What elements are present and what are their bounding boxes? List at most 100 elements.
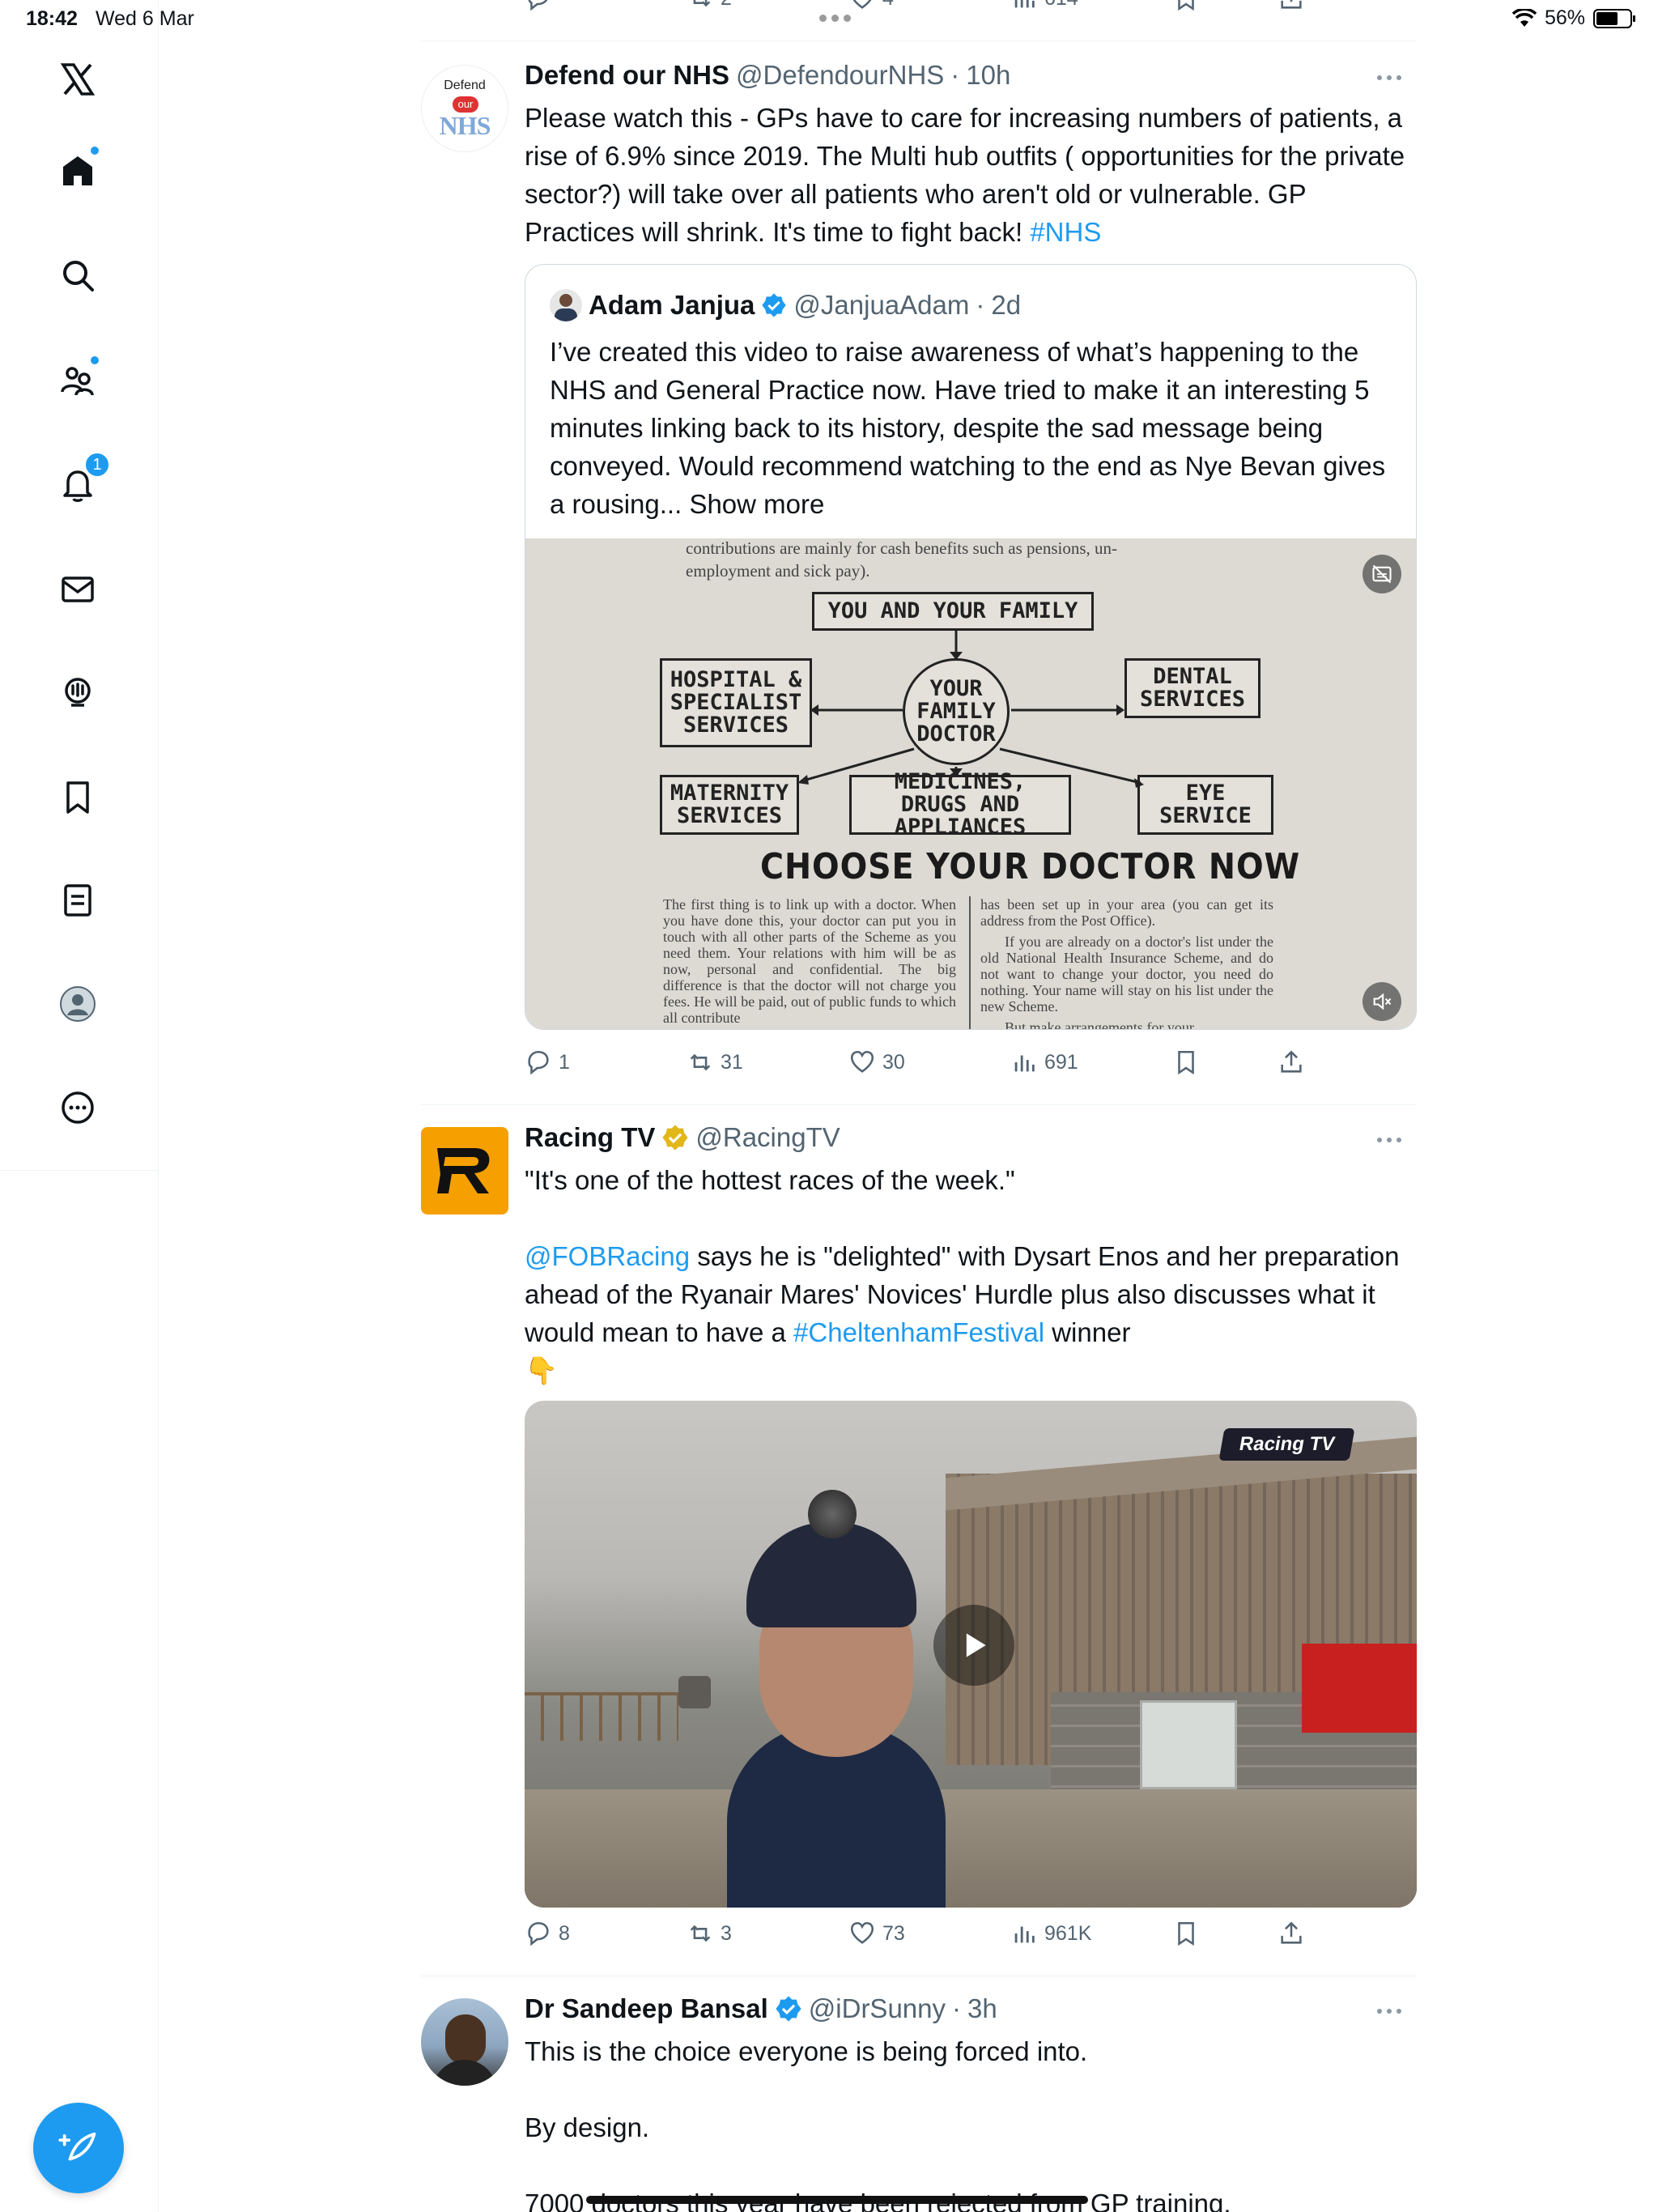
nav-notifications[interactable]: 1	[45, 452, 110, 517]
bookmark-button[interactable]	[1172, 0, 1200, 15]
home-indicator	[586, 2196, 1088, 2204]
more-options-icon[interactable]	[1373, 2003, 1405, 2019]
nav-profile[interactable]	[45, 972, 110, 1036]
share-button[interactable]	[1278, 0, 1305, 15]
status-right: 56%	[1511, 6, 1635, 30]
author-name[interactable]: Dr Sandeep Bansal	[525, 1993, 768, 2024]
heart-icon	[850, 1921, 874, 1944]
verified-gold-badge-icon	[662, 1125, 688, 1151]
doc-arrows	[797, 631, 1144, 788]
list-icon	[64, 884, 91, 917]
play-button[interactable]	[933, 1605, 1014, 1686]
tweet-header: Racing TV @RacingTV	[525, 1122, 840, 1153]
bookmark-icon	[1178, 1921, 1194, 1946]
share-icon	[1281, 0, 1302, 9]
reply-button[interactable]: 8	[525, 1917, 570, 1950]
retweet-icon	[693, 0, 711, 7]
share-button[interactable]	[1278, 1917, 1305, 1950]
avatar	[550, 289, 582, 321]
views-icon	[1014, 1926, 1035, 1943]
sidebar-divider	[158, 0, 159, 2212]
retweet-button[interactable]: 2	[687, 0, 732, 15]
quote-author-handle: @JanjuaAdam	[793, 290, 970, 320]
more-options-icon[interactable]	[1373, 70, 1405, 86]
retweet-icon	[690, 1925, 711, 1942]
captions-button[interactable]	[1363, 555, 1401, 593]
bookmark-button[interactable]	[1172, 1046, 1200, 1078]
nav-explore[interactable]	[45, 243, 110, 308]
battery-percent: 56%	[1544, 6, 1585, 29]
quoted-tweet[interactable]: Adam Janjua @JanjuaAdam · 2d I’ve create…	[525, 264, 1417, 1030]
avatar[interactable]	[421, 1998, 508, 2086]
profile-avatar-icon	[60, 986, 96, 1022]
views-button[interactable]: 614	[1010, 0, 1078, 15]
nav-messages[interactable]	[45, 557, 110, 622]
reply-icon	[528, 1921, 549, 1946]
like-button[interactable]: 4	[848, 0, 894, 15]
quote-video-thumbnail[interactable]: contributions are mainly for cash benefi…	[525, 538, 1416, 1029]
author-name[interactable]: Racing TV	[525, 1122, 655, 1153]
nav-home[interactable]	[45, 138, 110, 203]
heart-icon	[852, 0, 872, 9]
like-button[interactable]: 30	[848, 1046, 905, 1078]
reply-button[interactable]: 1	[525, 1046, 570, 1078]
bookmark-icon	[66, 781, 89, 814]
tweet-text: This is the choice everyone is being for…	[525, 2036, 1231, 2212]
mail-icon	[62, 576, 94, 602]
spaces-icon	[65, 678, 91, 707]
compose-button[interactable]	[33, 2103, 124, 2193]
retweet-button[interactable]: 31	[687, 1046, 743, 1078]
verified-badge-icon	[762, 293, 787, 317]
nav-lists[interactable]	[45, 868, 110, 933]
nav-spaces[interactable]	[45, 660, 110, 725]
tweet-time[interactable]: 3h	[967, 1993, 997, 2024]
reply-button[interactable]	[525, 0, 552, 15]
share-icon	[1281, 1050, 1302, 1073]
hashtag-link[interactable]: #CheltenhamFestival	[793, 1317, 1044, 1347]
bookmark-button[interactable]	[1172, 1917, 1200, 1950]
mute-button[interactable]	[1363, 982, 1401, 1021]
like-button[interactable]: 73	[848, 1917, 905, 1950]
home-new-dot	[89, 145, 100, 156]
pointing-down-emoji: 👇	[525, 1355, 559, 1385]
x-logo-icon[interactable]	[45, 47, 110, 112]
tweet-divider	[421, 40, 1417, 41]
tweet-actions: 8 3 73 961K	[525, 1917, 1334, 1950]
nav-bookmarks[interactable]	[45, 765, 110, 830]
person-in-video	[711, 1490, 954, 1908]
reply-icon	[528, 1050, 549, 1075]
hashtag-link[interactable]: #NHS	[1030, 217, 1101, 247]
racing-tv-logo-icon	[437, 1148, 490, 1193]
author-handle[interactable]: @DefendourNHS	[736, 60, 944, 91]
avatar[interactable]	[421, 1127, 508, 1214]
more-circle-icon	[62, 1091, 94, 1124]
author-name[interactable]: Defend our NHS	[525, 60, 729, 91]
tweet-time[interactable]: 10h	[966, 60, 1010, 91]
communities-icon	[61, 367, 94, 396]
author-handle[interactable]: @iDrSunny	[809, 1993, 946, 2024]
status-time: 18:42	[26, 7, 78, 30]
views-button[interactable]: 691	[1010, 1046, 1078, 1078]
mention-link[interactable]: @FOBRacing	[525, 1241, 690, 1271]
retweet-icon	[690, 1053, 711, 1071]
quote-text: I’ve created this video to raise awarene…	[550, 337, 1386, 519]
quote-author-name: Adam Janjua	[589, 290, 755, 320]
more-options-icon[interactable]	[1373, 1132, 1405, 1148]
nav-communities[interactable]	[45, 348, 110, 413]
status-date: Wed 6 Mar	[96, 7, 194, 30]
author-handle[interactable]: @RacingTV	[695, 1122, 840, 1153]
quote-time: 2d	[991, 290, 1022, 320]
views-button[interactable]: 961K	[1010, 1917, 1091, 1950]
notifications-badge: 1	[84, 452, 110, 478]
retweet-button[interactable]: 3	[687, 1917, 732, 1950]
tweet-text: "It's one of the hottest races of the we…	[525, 1161, 1415, 1389]
nav-more[interactable]	[45, 1075, 110, 1140]
avatar[interactable]: Defend our NHS	[421, 65, 508, 152]
share-button[interactable]	[1278, 1046, 1305, 1078]
compose-feather-icon	[58, 2132, 96, 2161]
video-player[interactable]: Racing TV	[525, 1401, 1417, 1908]
wifi-icon	[1511, 8, 1537, 27]
communities-new-dot	[89, 355, 100, 366]
tweet-header: Defend our NHS @DefendourNHS · 10h	[525, 60, 1011, 91]
show-more-link[interactable]: Show more	[689, 489, 824, 519]
